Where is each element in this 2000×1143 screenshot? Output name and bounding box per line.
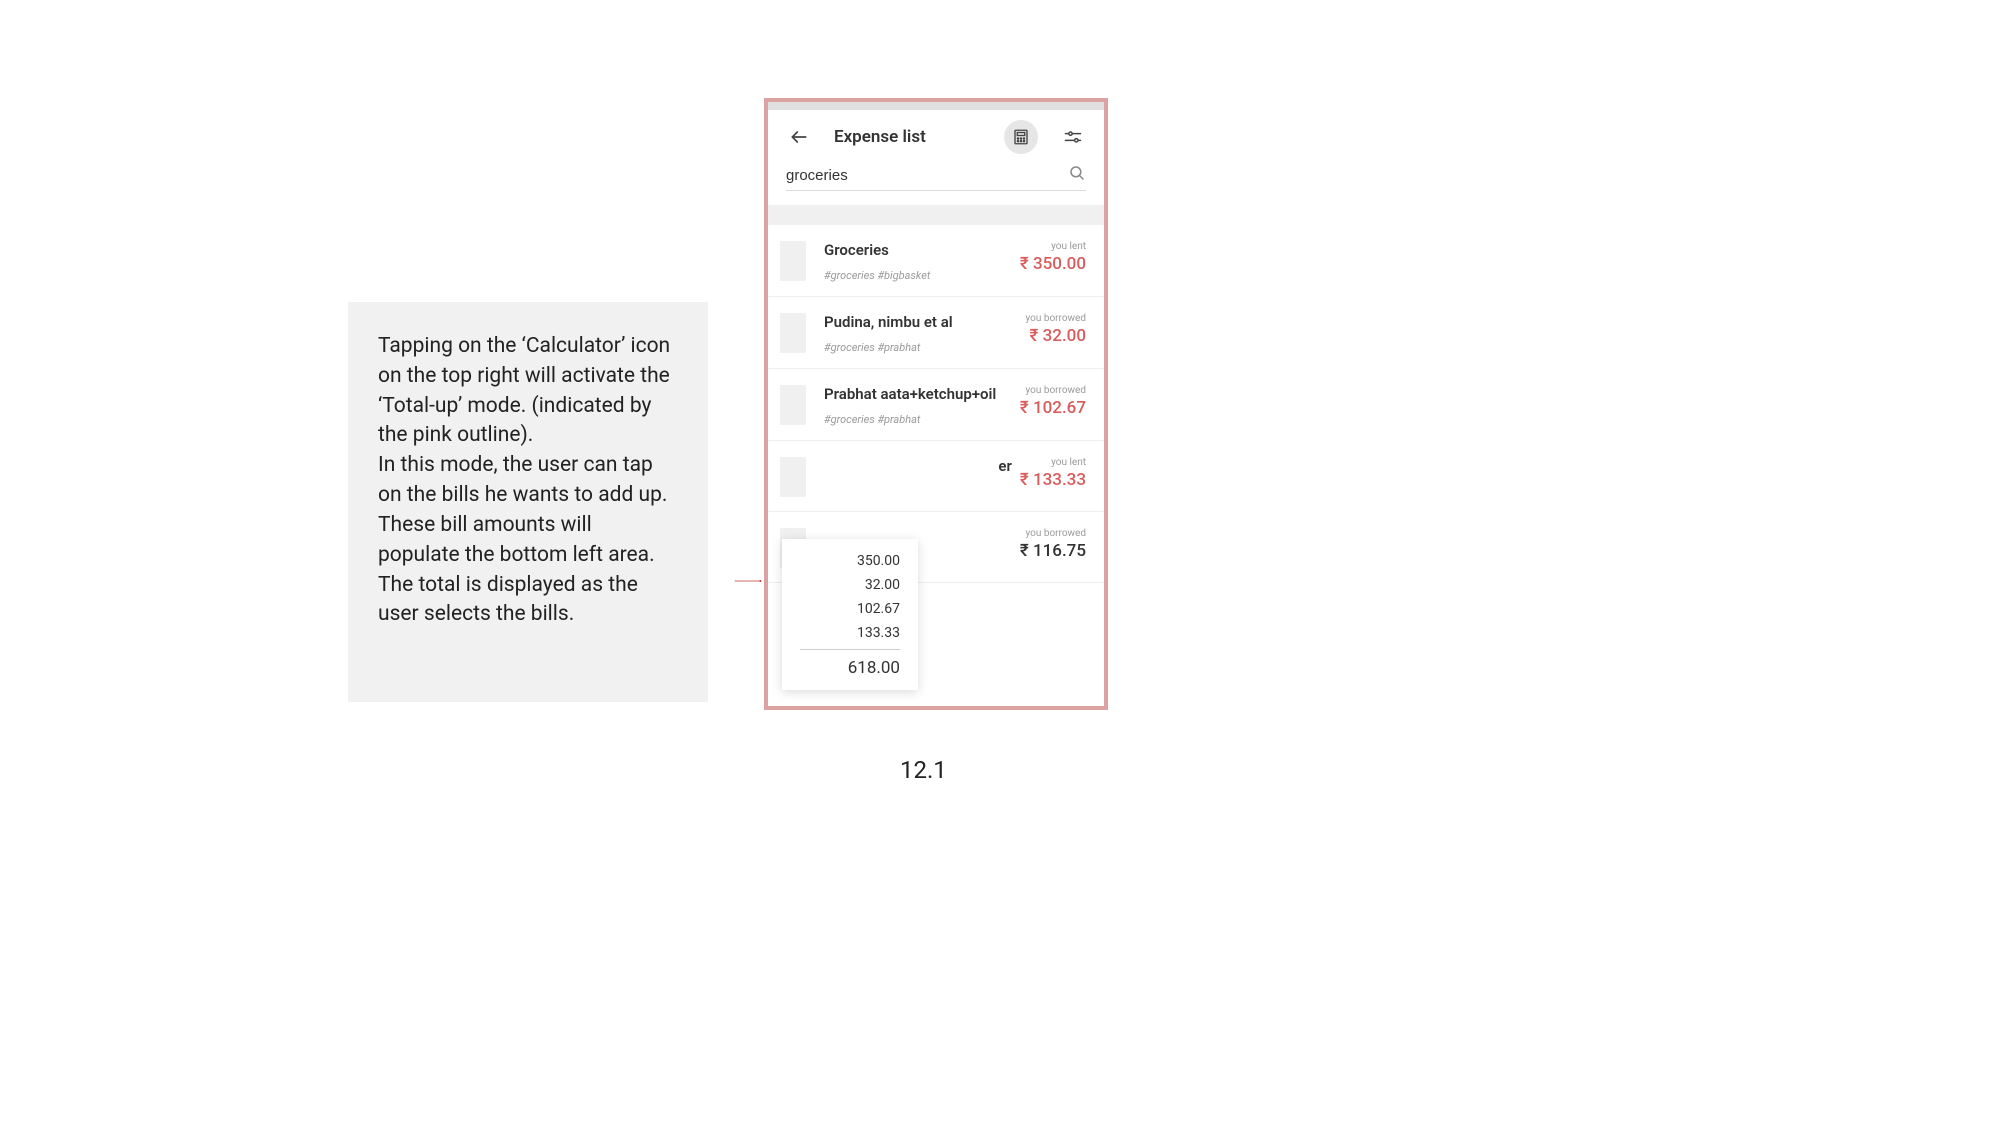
avatar [780, 313, 806, 353]
search-row [768, 164, 1104, 205]
status-label: you borrowed [1020, 528, 1086, 539]
description-text: Tapping on the ‘Calculator’ icon on the … [378, 334, 670, 626]
expense-title: Prabhat aata+ketchup+oil [824, 385, 1012, 403]
totalup-line: 133.33 [800, 625, 900, 641]
search-box[interactable] [786, 164, 1086, 191]
list-item[interactable]: er you lent ₹ 133.33 [768, 441, 1104, 512]
amount-value: ₹ 102.67 [1020, 398, 1086, 418]
expense-tags: #groceries #prabhat [824, 341, 1017, 354]
expense-title: Pudina, nimbu et al [824, 313, 1017, 331]
calculator-icon[interactable] [1004, 120, 1038, 154]
totalup-divider [800, 649, 900, 650]
list-gap [768, 205, 1104, 225]
back-icon[interactable] [782, 120, 816, 154]
totalup-line: 32.00 [800, 577, 900, 593]
amount-value: ₹ 350.00 [1020, 254, 1086, 274]
totalup-line: 102.67 [800, 601, 900, 617]
expense-title: Groceries [824, 241, 1012, 259]
amount-value: ₹ 32.00 [1025, 326, 1086, 346]
avatar [780, 457, 806, 497]
totalup-total: 618.00 [800, 658, 900, 678]
expense-list: Groceries #groceries #bigbasket you lent… [768, 225, 1104, 706]
page-title: Expense list [834, 127, 986, 147]
app-bar: Expense list [768, 110, 1104, 164]
search-icon[interactable] [1068, 164, 1086, 186]
status-label: you lent [1020, 457, 1086, 468]
status-label: you borrowed [1025, 313, 1086, 324]
totalup-line: 350.00 [800, 553, 900, 569]
amount-value: ₹ 133.33 [1020, 470, 1086, 490]
expense-tags: #groceries #bigbasket [824, 269, 1012, 282]
description-panel: Tapping on the ‘Calculator’ icon on the … [348, 302, 708, 702]
list-item[interactable]: Pudina, nimbu et al #groceries #prabhat … [768, 297, 1104, 369]
avatar [780, 385, 806, 425]
amount-value: ₹ 116.75 [1020, 541, 1086, 561]
avatar [780, 241, 806, 281]
expense-title: er [824, 457, 1012, 475]
status-bar [768, 102, 1104, 110]
list-item[interactable]: Prabhat aata+ketchup+oil #groceries #pra… [768, 369, 1104, 441]
expense-tags: #groceries #prabhat [824, 413, 1012, 426]
figure-label: 12.1 [900, 756, 947, 784]
status-label: you borrowed [1020, 385, 1086, 396]
search-input[interactable] [786, 167, 1068, 184]
list-item[interactable]: Groceries #groceries #bigbasket you lent… [768, 225, 1104, 297]
phone-frame: Expense list Groceries #groceries #bigba… [764, 98, 1108, 710]
status-label: you lent [1020, 241, 1086, 252]
settings-sliders-icon[interactable] [1056, 120, 1090, 154]
totalup-card: 350.00 32.00 102.67 133.33 618.00 [782, 539, 918, 690]
